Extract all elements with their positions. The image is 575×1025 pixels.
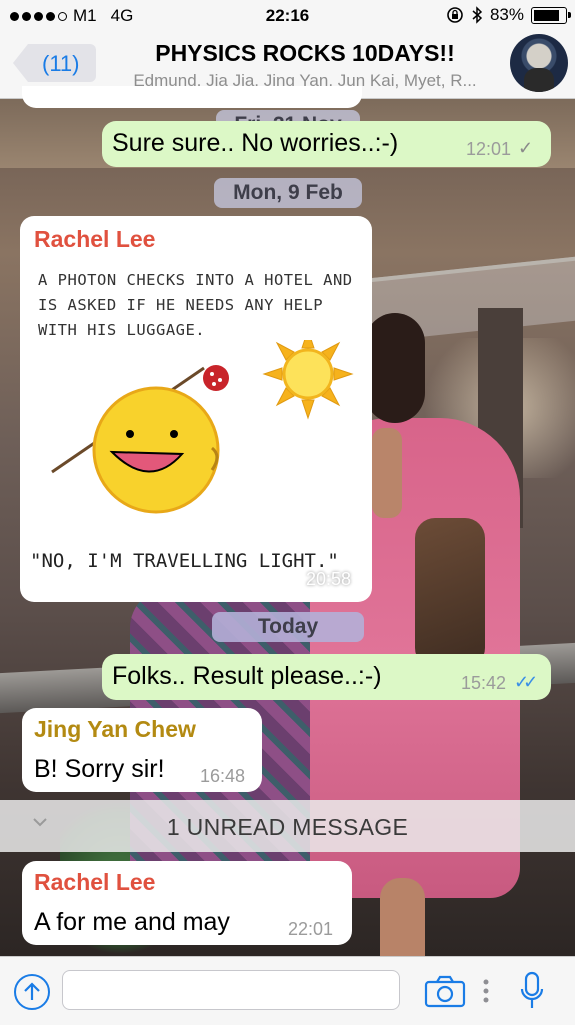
back-button[interactable]: (11) [12, 42, 96, 84]
group-avatar[interactable] [510, 34, 568, 92]
outgoing-message[interactable]: Sure sure.. No worries..:-) 12:01 ✓ [102, 121, 551, 167]
unread-chats-count: (11) [42, 51, 80, 76]
comic-text: A PHOTON CHECKS INTO A HOTEL AND IS ASKE… [38, 271, 353, 339]
microphone-icon[interactable] [520, 971, 544, 1011]
outgoing-message[interactable]: Folks.. Result please..:-) 15:42 ✓✓ [102, 654, 551, 700]
message-time: 20:58 [306, 569, 352, 589]
more-vertical-icon[interactable] [483, 978, 489, 1004]
unread-label: 1 UNREAD MESSAGE [166, 814, 409, 840]
arrow-up-circle-icon[interactable] [14, 974, 50, 1010]
comic-image[interactable]: A PHOTON CHECKS INTO A HOTEL AND IS ASKE… [26, 250, 368, 598]
incoming-message[interactable]: Rachel Lee A for me and may 22:01 [22, 861, 352, 945]
group-title[interactable]: PHYSICS ROCKS 10DAYS!! [105, 40, 505, 67]
photon-character-icon [51, 340, 354, 514]
message-text: Folks.. Result please..:-) [112, 662, 382, 690]
message-time: 12:01 [466, 139, 512, 159]
incoming-message[interactable]: Jing Yan Chew B! Sorry sir! 16:48 [22, 708, 262, 792]
message-input[interactable] [62, 970, 400, 1010]
message-time: 16:48 [200, 766, 246, 786]
message-text: Sure sure.. No worries..:-) [112, 129, 399, 157]
battery-percent: 83% [489, 5, 524, 24]
unread-divider[interactable]: 1 UNREAD MESSAGE [0, 800, 575, 852]
sender-name: Rachel Lee [34, 869, 156, 895]
sender-name: Jing Yan Chew [34, 716, 196, 742]
partial-message [22, 86, 362, 108]
battery-icon [531, 6, 571, 24]
sender-name: Rachel Lee [34, 226, 156, 252]
rotation-lock-icon [447, 7, 463, 23]
message-time: 22:01 [288, 919, 334, 939]
date-pill-feb: Mon, 9 Feb [214, 178, 362, 208]
composer-bar [0, 956, 575, 1025]
sent-tick-icon: ✓ [518, 138, 534, 158]
read-ticks-icon: ✓✓ [514, 672, 538, 692]
message-text: A for me and may [34, 908, 230, 936]
message-time: 15:42 [461, 673, 507, 693]
date-pill-today: Today [212, 612, 364, 642]
status-bar: M1 4G 22:16 83% [0, 0, 575, 30]
message-text: B! Sorry sir! [34, 755, 165, 783]
bluetooth-icon [472, 6, 483, 24]
camera-icon[interactable] [424, 974, 466, 1008]
